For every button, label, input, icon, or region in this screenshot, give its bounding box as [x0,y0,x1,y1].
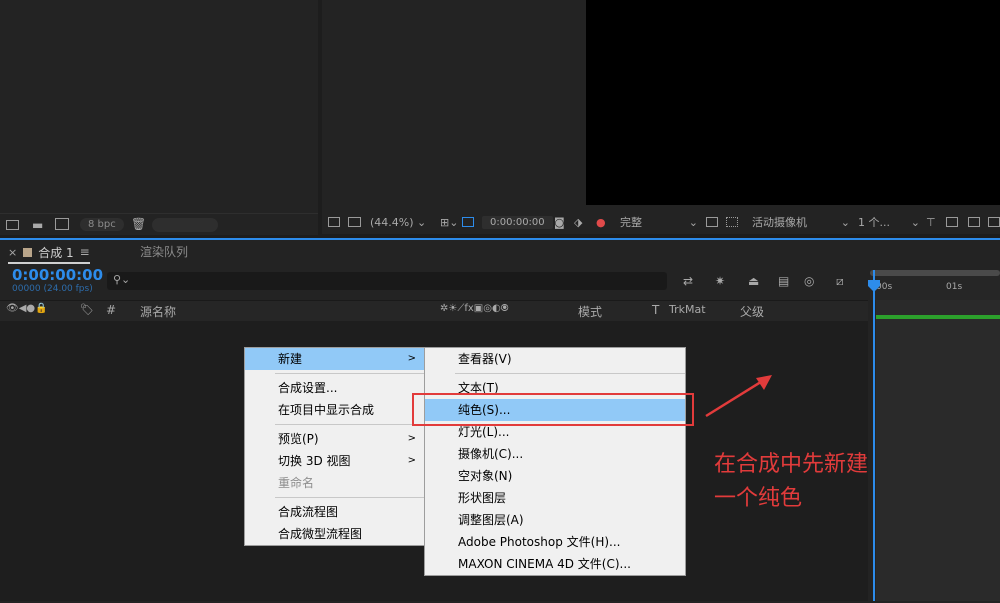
context-menu: 新建 > 合成设置... 在项目中显示合成 预览(P) > 切换 3D 视图 > 重命… [244,347,425,546]
tab-render-queue[interactable]: 渲染队列 [140,242,188,262]
channel-icon[interactable]: ● [596,210,606,234]
show-snapshot-icon[interactable]: ⬗ [574,210,582,234]
composition-color-icon [23,247,33,257]
time-ruler[interactable]: 00s 01s [870,270,1000,300]
interpret-footage-icon[interactable] [6,219,19,233]
new-submenu: 查看器(V) 文本(T) 纯色(S)... 灯光(L)... 摄像机(C)...… [424,347,686,576]
annotation-line-1: 在合成中先新建 [714,452,869,477]
submenu-item-photoshop-file[interactable]: Adobe Photoshop 文件(H)... [425,531,685,553]
menu-item-comp-flowchart[interactable]: 合成流程图 [245,501,424,523]
col-trkmat[interactable]: TrkMat [669,303,706,316]
label-icon: 🏷 [80,303,94,316]
new-composition-icon[interactable] [55,218,69,233]
tab-composition-label: 合成 1 [38,245,74,260]
frame-blending-icon[interactable]: ▤ [778,274,789,288]
flowchart-icon[interactable] [988,210,1000,234]
menu-divider [275,373,424,374]
grid-icon[interactable]: ⊞⌄ [440,210,458,234]
motion-blur-icon[interactable]: ◎ [804,274,814,288]
col-t: T [652,303,660,317]
close-tab-icon[interactable]: × [8,246,17,259]
menu-item-preview[interactable]: 预览(P) > [245,428,424,450]
tab-composition[interactable]: × 合成 1 ≡ [8,242,90,264]
transparency-grid-icon[interactable] [726,210,738,234]
submenu-item-viewer[interactable]: 查看器(V) [425,348,685,370]
mask-visibility-icon[interactable] [462,210,474,234]
layer-search-input[interactable]: ⚲⌄ [107,272,667,290]
shy-layers-icon[interactable]: ⏏ [748,274,759,288]
project-scroll[interactable] [152,218,218,232]
track-area[interactable] [876,300,1000,601]
always-preview-icon[interactable] [328,210,340,234]
region-of-interest-icon[interactable] [706,210,718,234]
menu-item-rename: 重命名 [278,476,315,490]
trash-icon[interactable]: 🗑 [131,217,146,231]
col-mode[interactable]: 模式 [578,303,602,320]
menu-item-reveal-in-project[interactable]: 在项目中显示合成 [245,399,424,421]
viewer-toolbar: (44.4%) ⌄ ⊞⌄ 0:00:00:00 ◙ ⬗ ● 完整 ⌄ 活动摄像机 ⌄… [322,210,1000,234]
chevron-right-icon: > [407,433,416,444]
pixel-aspect-icon[interactable]: ⊤ [926,210,936,234]
playhead-line[interactable] [873,270,875,601]
snapshot-icon[interactable]: ◙ [554,210,565,234]
folder-icon[interactable]: ▬ [32,218,43,232]
chevron-right-icon: > [407,353,416,364]
frame-rate: 00000 (24.00 fps) [12,284,93,294]
menu-item-comp-settings[interactable]: 合成设置... [245,377,424,399]
submenu-item-camera[interactable]: 摄像机(C)... [425,443,685,465]
av-switches-icon: 👁◀●🔒 [6,303,48,314]
col-parent[interactable]: 父级 [740,303,764,320]
menu-item-switch-3d-view[interactable]: 切换 3D 视图 > [245,450,424,472]
annotation-arrow-icon [705,375,772,418]
camera-select[interactable]: 活动摄像机 ⌄ [752,210,850,234]
draft-3d-icon[interactable]: ✷ [715,274,725,288]
current-time[interactable]: 0:00:00:00 [12,266,103,284]
annotation-line-2: 一个纯色 [714,486,803,511]
layer-switches-icon: ✲☀⟋fx▣◎◐⦿ [440,303,509,314]
bit-depth-button[interactable]: 8 bpc [80,218,124,231]
search-icon: ⚲⌄ [113,273,131,286]
tab-menu-icon[interactable]: ≡ [80,245,90,259]
monitor-icon[interactable] [348,210,361,234]
col-number: # [106,303,117,317]
layer-column-header: 👁◀●🔒 🏷 # 源名称 ✲☀⟋fx▣◎◐⦿ 模式 T TrkMat 父级 [0,300,868,322]
submenu-item-shape-layer[interactable]: 形状图层 [425,487,685,509]
timeline-icon[interactable] [968,210,980,234]
viewer-timecode[interactable]: 0:00:00:00 [482,210,553,234]
composition-canvas[interactable] [586,0,1000,205]
submenu-item-cinema4d-file[interactable]: MAXON CINEMA 4D 文件(C)... [425,553,685,575]
render-status-bar [876,315,1000,319]
resolution-select[interactable]: 完整 ⌄ [620,210,698,234]
chevron-right-icon: > [407,455,416,466]
menu-divider [275,424,424,425]
menu-divider [455,373,685,374]
menu-item-comp-mini-flowchart[interactable]: 合成微型流程图 [245,523,424,545]
col-source-name[interactable]: 源名称 [140,303,176,320]
graph-editor-icon[interactable]: ⧄ [836,274,844,289]
fast-preview-icon[interactable] [946,210,958,234]
project-toolbar: ▬ 8 bpc 🗑 [0,213,318,235]
menu-divider [275,497,424,498]
highlight-box [412,393,694,426]
comp-mini-flowchart-icon[interactable]: ⇄ [683,274,693,288]
submenu-item-null-object[interactable]: 空对象(N) [425,465,685,487]
project-panel [0,0,318,234]
view-layout-select[interactable]: 1 个... ⌄ [858,210,920,234]
annotation-text: 在合成中先新建 一个纯色 [714,448,868,516]
zoom-select[interactable]: (44.4%) ⌄ [370,210,426,234]
menu-item-new[interactable]: 新建 > [245,348,424,370]
ruler-label-1: 01s [946,282,963,292]
work-area-bar[interactable] [870,270,1000,276]
submenu-item-adjustment-layer[interactable]: 调整图层(A) [425,509,685,531]
